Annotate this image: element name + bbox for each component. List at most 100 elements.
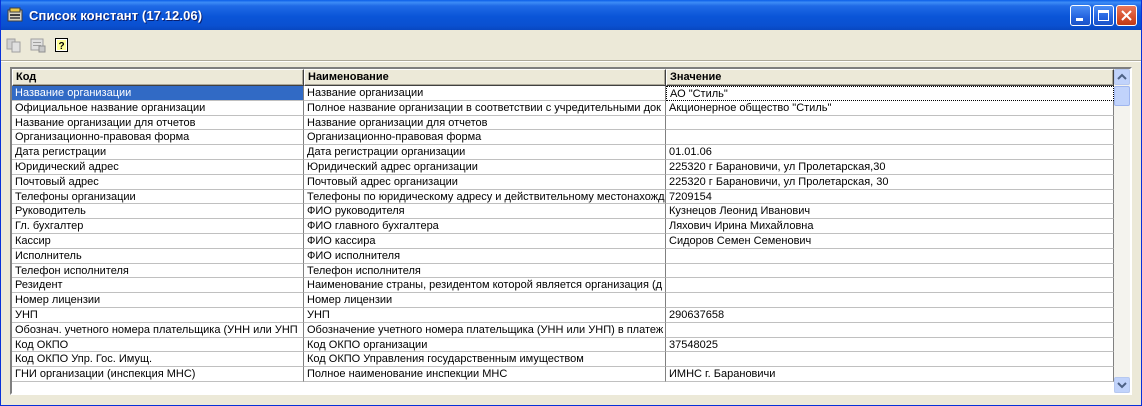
cell-name[interactable]: Обозначение учетного номера плательщика … — [304, 322, 666, 338]
column-header-name[interactable]: Наименование — [304, 69, 666, 86]
cell-value[interactable]: 225320 г Барановичи, ул Пролетарская, 30 — [666, 174, 1114, 190]
cell-name[interactable]: Телефон исполнителя — [304, 263, 666, 279]
cell-value[interactable]: ИМНС г. Барановичи — [666, 367, 1114, 382]
table-row[interactable]: Официальное название организации Полное н… — [12, 100, 1114, 116]
table-row[interactable]: ГНИ организации (инспекция МНС) Полное на… — [12, 367, 1114, 382]
column-header-code[interactable]: Код — [12, 69, 304, 86]
cell-code[interactable]: Код ОКПО Упр. Гос. Имущ. — [12, 352, 304, 368]
cell-value[interactable] — [666, 322, 1114, 338]
table-row[interactable]: УНП УНП 290637658 — [12, 307, 1114, 323]
title-bar[interactable]: Список констант (17.12.06) — [1, 0, 1141, 30]
cell-name[interactable]: Юридический адрес организации — [304, 159, 666, 175]
cell-value[interactable] — [666, 278, 1114, 294]
scroll-up-button[interactable] — [1114, 69, 1130, 85]
cell-value[interactable]: 7209154 — [666, 189, 1114, 205]
cell-code[interactable]: Обознач. учетного номера плательщика (УН… — [12, 322, 304, 338]
table-row[interactable]: Код ОКПО Упр. Гос. Имущ. Код ОКПО Управле… — [12, 352, 1114, 368]
table-row[interactable]: Резидент Наименование страны, резидентом … — [12, 278, 1114, 294]
cell-value[interactable] — [666, 293, 1114, 308]
vertical-scrollbar[interactable] — [1114, 69, 1130, 393]
cell-code[interactable]: ГНИ организации (инспекция МНС) — [12, 367, 304, 382]
cell-value[interactable]: Ляхович Ирина Михайловна — [666, 219, 1114, 234]
cell-code[interactable]: Организационно-правовая форма — [12, 130, 304, 146]
minimize-button[interactable] — [1070, 5, 1091, 26]
cell-value[interactable]: 37548025 — [666, 337, 1114, 353]
table-row[interactable]: Название организации для отчетов Название… — [12, 115, 1114, 131]
cell-code[interactable]: Почтовый адрес — [12, 174, 304, 190]
cell-code[interactable]: Исполнитель — [12, 248, 304, 264]
cell-name[interactable]: Название организации — [304, 86, 666, 101]
cell-name[interactable]: УНП — [304, 307, 666, 323]
cell-code[interactable]: Телефон исполнителя — [12, 263, 304, 279]
cell-name[interactable]: Код ОКПО Управления государственным имущ… — [304, 352, 666, 368]
maximize-button[interactable] — [1093, 5, 1114, 26]
cell-code[interactable]: Юридический адрес — [12, 159, 304, 175]
cell-name[interactable]: ФИО главного бухгалтера — [304, 219, 666, 234]
cell-value[interactable] — [666, 248, 1114, 264]
table-row[interactable]: Код ОКПО Код ОКПО организации 37548025 — [12, 337, 1114, 353]
table-row[interactable]: Исполнитель ФИО исполнителя — [12, 248, 1114, 264]
cell-name[interactable]: ФИО кассира — [304, 233, 666, 249]
cell-name[interactable]: Полное название организации в соответств… — [304, 100, 666, 116]
cell-code[interactable]: Код ОКПО — [12, 337, 304, 353]
cell-value[interactable] — [666, 263, 1114, 279]
table-row[interactable]: Организационно-правовая форма Организацио… — [12, 130, 1114, 146]
cell-value[interactable] — [666, 352, 1114, 368]
cell-code[interactable]: Телефоны организации — [12, 189, 304, 205]
cell-value[interactable]: АО "Стиль" — [666, 86, 1114, 101]
cell-value[interactable]: 225320 г Барановичи, ул Пролетарская,30 — [666, 159, 1114, 175]
table-row[interactable]: Телефон исполнителя Телефон исполнителя — [12, 263, 1114, 279]
cell-code[interactable]: Гл. бухгалтер — [12, 219, 304, 234]
cell-name[interactable]: Название организации для отчетов — [304, 115, 666, 131]
maximize-icon — [1098, 10, 1109, 21]
copy-button[interactable] — [3, 34, 25, 56]
scroll-down-button[interactable] — [1114, 377, 1130, 393]
cell-name[interactable]: Телефоны по юридическому адресу и действ… — [304, 189, 666, 205]
cell-name[interactable]: Полное наименование инспекции МНС — [304, 367, 666, 382]
cell-name[interactable]: ФИО руководителя — [304, 204, 666, 220]
cell-name[interactable]: Код ОКПО организации — [304, 337, 666, 353]
cell-name[interactable]: Почтовый адрес организации — [304, 174, 666, 190]
table-row[interactable]: Руководитель ФИО руководителя Кузнецов Лео… — [12, 204, 1114, 220]
column-header-value[interactable]: Значение — [666, 69, 1114, 86]
table-row[interactable]: Номер лицензии Номер лицензии — [12, 293, 1114, 308]
cell-value[interactable]: 290637658 — [666, 307, 1114, 323]
cell-code[interactable]: УНП — [12, 307, 304, 323]
cell-value[interactable] — [666, 115, 1114, 131]
scroll-thumb[interactable] — [1114, 86, 1130, 106]
cell-code[interactable]: Номер лицензии — [12, 293, 304, 308]
copy-icon — [6, 38, 21, 53]
cell-value[interactable]: 01.01.06 — [666, 145, 1114, 160]
cell-code[interactable]: Руководитель — [12, 204, 304, 220]
cell-code[interactable]: Резидент — [12, 278, 304, 294]
cell-code[interactable]: Дата регистрации — [12, 145, 304, 160]
help-button[interactable]: ? — [51, 34, 73, 56]
cell-value[interactable] — [666, 130, 1114, 146]
cell-value[interactable]: Сидоров Семен Семенович — [666, 233, 1114, 249]
cell-code[interactable]: Название организации для отчетов — [12, 115, 304, 131]
cell-name[interactable]: Наименование страны, резидентом которой … — [304, 278, 666, 294]
cell-code[interactable]: Название организации — [12, 86, 304, 101]
cell-code[interactable]: Кассир — [12, 233, 304, 249]
cell-name[interactable]: Номер лицензии — [304, 293, 666, 308]
table-row[interactable]: Почтовый адрес Почтовый адрес организации… — [12, 174, 1114, 190]
cell-code[interactable]: Официальное название организации — [12, 100, 304, 116]
table-row[interactable]: Кассир ФИО кассира Сидоров Семен Семенович — [12, 233, 1114, 249]
chevron-up-icon — [1117, 73, 1127, 80]
properties-button[interactable] — [27, 34, 49, 56]
cell-name[interactable]: Организационно-правовая форма — [304, 130, 666, 146]
cell-value[interactable]: Кузнецов Леонид Иванович — [666, 204, 1114, 220]
table-row[interactable]: Гл. бухгалтер ФИО главного бухгалтера Ляхо… — [12, 219, 1114, 234]
table-row[interactable]: Обознач. учетного номера плательщика (УН… — [12, 322, 1114, 338]
table-header: Код Наименование Значение — [12, 69, 1114, 86]
cell-value[interactable]: Акционерное общество "Стиль" — [666, 100, 1114, 116]
table-row[interactable]: Телефоны организации Телефоны по юридичес… — [12, 189, 1114, 205]
table-row[interactable]: Дата регистрации Дата регистрации организ… — [12, 145, 1114, 160]
close-button[interactable] — [1116, 5, 1137, 26]
window-title: Список констант (17.12.06) — [29, 7, 203, 23]
table-row[interactable]: Юридический адрес Юридический адрес орган… — [12, 159, 1114, 175]
table-row[interactable]: Название организации Название организации… — [12, 86, 1114, 101]
cell-name[interactable]: ФИО исполнителя — [304, 248, 666, 264]
constants-table[interactable]: Код Наименование Значение Название орган… — [10, 67, 1132, 395]
cell-name[interactable]: Дата регистрации организации — [304, 145, 666, 160]
